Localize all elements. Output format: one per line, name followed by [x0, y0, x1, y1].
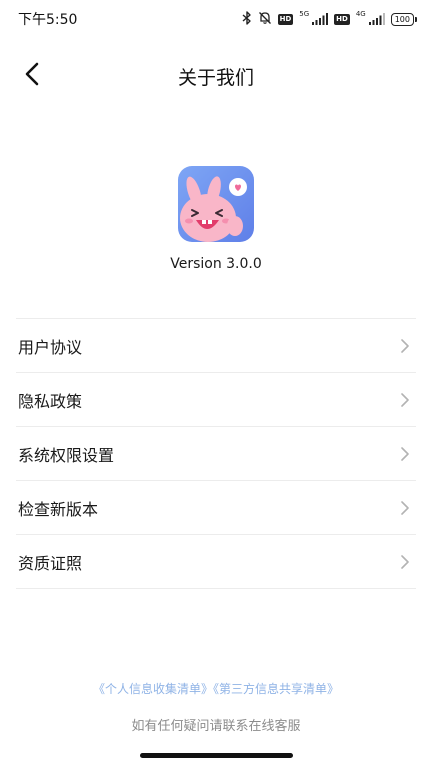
chevron-right-icon: [398, 392, 412, 407]
third-party-sharing-list-link[interactable]: 《第三方信息共享清单》: [213, 682, 339, 696]
settings-menu: 用户协议 隐私政策 系统权限设置 检查新版本 资质证照: [16, 318, 416, 589]
status-bar: 下午5:50 HD 5G HD 4G 100: [0, 0, 432, 38]
menu-item-label: 资质证照: [18, 553, 83, 573]
menu-item-privacy-policy[interactable]: 隐私政策: [16, 373, 416, 427]
menu-item-label: 用户协议: [18, 337, 83, 357]
chevron-right-icon: [398, 500, 412, 515]
network-label-4g: 4G: [355, 9, 366, 18]
chevron-right-icon: [398, 554, 412, 569]
menu-item-qualifications[interactable]: 资质证照: [16, 535, 416, 589]
contact-note: 如有任何疑问请联系在线客服: [131, 719, 301, 734]
page-title: 关于我们: [177, 67, 254, 89]
hd-badge-2: HD: [334, 13, 350, 25]
nav-bar: 关于我们: [0, 50, 432, 102]
menu-item-user-agreement[interactable]: 用户协议: [16, 319, 416, 373]
menu-item-check-update[interactable]: 检查新版本: [16, 481, 416, 535]
chevron-right-icon: [398, 338, 412, 353]
menu-item-label: 隐私政策: [18, 391, 83, 411]
menu-item-permission-settings[interactable]: 系统权限设置: [16, 427, 416, 481]
hd-badge-1: HD: [277, 13, 294, 25]
pink-bunny-logo-icon: [178, 166, 254, 242]
menu-item-label: 检查新版本: [18, 499, 99, 519]
app-version: Version 3.0.0: [170, 256, 262, 272]
menu-item-label: 系统权限设置: [18, 445, 115, 465]
footer-links: 《个人信息收集清单》《第三方信息共享清单》: [0, 680, 432, 697]
battery-indicator: 100: [390, 12, 418, 26]
network-label-5g: 5G: [299, 9, 310, 18]
bluetooth-icon: [242, 10, 252, 29]
signal-icon-2: [368, 10, 385, 29]
home-indicator[interactable]: [140, 753, 293, 758]
chevron-right-icon: [398, 446, 412, 461]
personal-info-list-link[interactable]: 《个人信息收集清单》: [93, 682, 213, 696]
mute-bell-icon: [258, 10, 272, 29]
status-time: 下午5:50: [18, 12, 78, 28]
status-icons: HD 5G HD 4G 100: [242, 9, 418, 29]
signal-icon-1: [312, 10, 329, 29]
